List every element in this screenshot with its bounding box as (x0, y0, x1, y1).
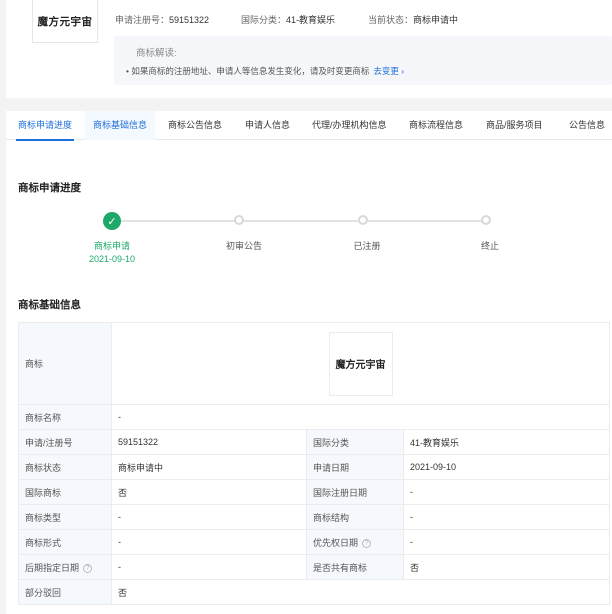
tab-agency-info[interactable]: 代理/办理机构信息 (312, 111, 387, 140)
table-row: 申请/注册号 59151322 国际分类 41-教育娱乐 (18, 429, 611, 455)
interpretation-note: • 如果商标的注册地址、申请人等信息发生变化，请及时变更商标 去变更 › (126, 65, 404, 77)
row-value: - (111, 529, 307, 555)
tab-public-notice[interactable]: 公告信息 (569, 111, 605, 140)
row-key: 商标类型 (18, 504, 112, 530)
table-row: 部分驳回 否 (18, 579, 611, 605)
row-value: - (402, 479, 611, 505)
row-value: 商标申请中 (111, 454, 307, 480)
name-label: 商标名称 (18, 404, 112, 430)
row-value: - (111, 504, 307, 530)
basic-section-title: 商标基础信息 (18, 299, 81, 311)
change-link[interactable]: 去变更 › (373, 66, 404, 76)
row-value: - (111, 554, 307, 580)
reg-no-value: 59151322 (169, 15, 210, 25)
status-meta: 当前状态：商标申请中 (368, 13, 458, 26)
step-4-label: 终止 (480, 241, 500, 251)
row-value: 2021-09-10 (402, 454, 611, 480)
class-value: 41-教育娱乐 (286, 15, 336, 25)
table-row: 商标名称 - (18, 404, 611, 430)
trademark-image: 魔方元宇宙 (328, 331, 393, 396)
table-row: 商标 魔方元宇宙 (18, 322, 611, 405)
tab-applicant-info[interactable]: 申请人信息 (245, 111, 290, 140)
tab-announcement-info[interactable]: 商标公告信息 (168, 111, 222, 140)
table-row: 商标状态 商标申请中 申请日期 2021-09-10 (18, 454, 611, 480)
row-value: 41-教育娱乐 (402, 429, 611, 455)
step-4-dot (481, 215, 491, 225)
class-meta: 国际分类：41-教育娱乐 (241, 13, 335, 26)
tab-process-info[interactable]: 商标流程信息 (409, 111, 463, 140)
help-icon[interactable]: ? (362, 538, 372, 548)
tab-application-progress[interactable]: 商标申请进度 (15, 111, 75, 141)
tab-goods-services[interactable]: 商品/服务项目 (486, 111, 543, 140)
trademark-logo: 魔方元宇宙 (32, 0, 98, 43)
trademark-image-cell: 魔方元宇宙 (110, 322, 611, 405)
step-1-label: 商标申请 (93, 241, 131, 251)
row-key: 是否共有商标 (306, 554, 404, 580)
tab-basic-info[interactable]: 商标基础信息 (85, 111, 156, 140)
progress-section-title: 商标申请进度 (18, 182, 81, 194)
help-icon[interactable]: ? (83, 563, 93, 573)
later-designation-label: 后期指定日期 (25, 562, 80, 573)
row-key-with-help: 优先权日期? (306, 529, 404, 555)
table-row: 后期指定日期? - 是否共有商标 否 (18, 554, 611, 580)
progress-stepper: ✓ 商标申请 2021-09-10 初审公告 已注册 终止 (6, 210, 612, 270)
row-key-with-help: 后期指定日期? (18, 554, 112, 580)
row-key: 商标状态 (18, 454, 112, 480)
table-row: 国际商标 否 国际注册日期 - (18, 479, 611, 505)
class-label: 国际分类： (241, 15, 287, 25)
detail-tabs: 商标申请进度 商标基础信息 商标公告信息 申请人信息 代理/办理机构信息 商标流… (6, 111, 612, 141)
row-value: - (402, 529, 611, 555)
name-value: - (110, 404, 611, 430)
status-label: 当前状态： (368, 15, 414, 25)
step-3-label: 已注册 (353, 241, 381, 251)
interpretation-title: 商标解读: (136, 48, 177, 59)
step-2-dot (234, 215, 244, 225)
partial-rejection-value: 否 (110, 579, 611, 605)
step-3-dot (358, 215, 368, 225)
priority-date-label: 优先权日期 (313, 537, 359, 548)
interpretation-box: 商标解读: • 如果商标的注册地址、申请人等信息发生变化，请及时变更商标 去变更 … (114, 36, 612, 85)
row-key: 申请日期 (306, 454, 404, 480)
row-value: 59151322 (111, 429, 307, 455)
table-row: 商标形式 - 优先权日期? - (18, 529, 611, 555)
partial-rejection-label: 部分驳回 (18, 579, 112, 605)
basic-info-table: 商标 魔方元宇宙 商标名称 - 申请/注册号 59151322 国际分类 41-… (18, 322, 611, 605)
step-2-label: 初审公告 (225, 241, 263, 251)
row-key: 国际注册日期 (306, 479, 404, 505)
step-1-date: 2021-09-10 (88, 254, 136, 264)
row-key: 国际分类 (306, 429, 404, 455)
row-key: 商标形式 (18, 529, 112, 555)
row-value: 否 (111, 479, 307, 505)
trademark-label: 商标 (18, 322, 112, 405)
trademark-detail-card: 商标申请进度 商标基础信息 商标公告信息 申请人信息 代理/办理机构信息 商标流… (6, 111, 612, 614)
interpretation-text: • 如果商标的注册地址、申请人等信息发生变化，请及时变更商标 (126, 66, 370, 76)
trademark-summary-card: 魔方元宇宙 申请注册号：59151322 国际分类：41-教育娱乐 当前状态：商… (6, 0, 612, 98)
progress-track (112, 220, 490, 222)
row-key: 国际商标 (18, 479, 112, 505)
row-value: 否 (402, 554, 611, 580)
status-value: 商标申请中 (413, 15, 459, 25)
reg-no-label: 申请注册号： (115, 15, 170, 25)
step-1-check-icon: ✓ (103, 212, 121, 230)
row-key: 商标结构 (306, 504, 404, 530)
reg-no-meta: 申请注册号：59151322 (115, 13, 209, 26)
row-value: - (402, 504, 611, 530)
table-row: 商标类型 - 商标结构 - (18, 504, 611, 530)
row-key: 申请/注册号 (18, 429, 112, 455)
